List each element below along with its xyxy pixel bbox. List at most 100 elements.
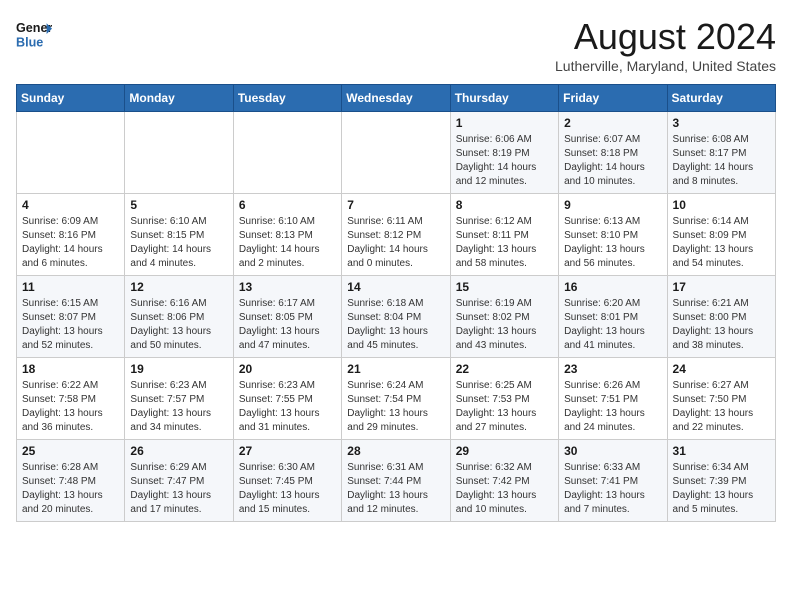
calendar-cell: 20 Sunrise: 6:23 AM Sunset: 7:55 PM Dayli… <box>233 358 341 440</box>
day-number: 19 <box>130 362 227 376</box>
day-number: 28 <box>347 444 444 458</box>
calendar-cell: 14 Sunrise: 6:18 AM Sunset: 8:04 PM Dayli… <box>342 276 450 358</box>
day-number: 2 <box>564 116 661 130</box>
day-number: 10 <box>673 198 770 212</box>
day-number: 16 <box>564 280 661 294</box>
calendar-cell: 22 Sunrise: 6:25 AM Sunset: 7:53 PM Dayli… <box>450 358 558 440</box>
day-number: 21 <box>347 362 444 376</box>
day-info: Sunrise: 6:12 AM Sunset: 8:11 PM Dayligh… <box>456 215 553 271</box>
calendar-cell: 4 Sunrise: 6:09 AM Sunset: 8:16 PM Daylig… <box>17 194 125 276</box>
calendar-cell: 17Sunrise: 6:21 AM Sunset: 8:00 PM Dayli… <box>667 276 775 358</box>
month-title: August 2024 <box>555 16 776 58</box>
weekday-header-monday: Monday <box>125 85 233 112</box>
calendar-cell: 28Sunrise: 6:31 AM Sunset: 7:44 PM Dayli… <box>342 440 450 522</box>
day-number: 25 <box>22 444 119 458</box>
day-number: 26 <box>130 444 227 458</box>
day-number: 29 <box>456 444 553 458</box>
day-info: Sunrise: 6:20 AM Sunset: 8:01 PM Dayligh… <box>564 297 661 353</box>
day-number: 27 <box>239 444 336 458</box>
calendar-cell: 3 Sunrise: 6:08 AM Sunset: 8:17 PM Daylig… <box>667 112 775 194</box>
calendar-cell: 29 Sunrise: 6:32 AM Sunset: 7:42 PM Dayli… <box>450 440 558 522</box>
calendar-cell: 30 Sunrise: 6:33 AM Sunset: 7:41 PM Dayli… <box>559 440 667 522</box>
weekday-header-friday: Friday <box>559 85 667 112</box>
day-number: 12 <box>130 280 227 294</box>
day-number: 4 <box>22 198 119 212</box>
calendar-header: SundayMondayTuesdayWednesdayThursdayFrid… <box>17 85 776 112</box>
day-number: 1 <box>456 116 553 130</box>
day-number: 23 <box>564 362 661 376</box>
day-info: Sunrise: 6:24 AM Sunset: 7:54 PM Dayligh… <box>347 379 444 435</box>
day-number: 20 <box>239 362 336 376</box>
day-number: 3 <box>673 116 770 130</box>
calendar-cell: 21 Sunrise: 6:24 AM Sunset: 7:54 PM Dayli… <box>342 358 450 440</box>
weekday-header-wednesday: Wednesday <box>342 85 450 112</box>
location: Lutherville, Maryland, United States <box>555 58 776 74</box>
day-number: 14 <box>347 280 444 294</box>
day-info: Sunrise: 6:10 AM Sunset: 8:15 PM Dayligh… <box>130 215 227 271</box>
weekday-header-row: SundayMondayTuesdayWednesdayThursdayFrid… <box>17 85 776 112</box>
calendar-body: 1 Sunrise: 6:06 AM Sunset: 8:19 PM Daylig… <box>17 112 776 522</box>
day-info: Sunrise: 6:21 AM Sunset: 8:00 PM Dayligh… <box>673 297 770 353</box>
calendar-cell: 6 Sunrise: 6:10 AM Sunset: 8:13 PM Daylig… <box>233 194 341 276</box>
day-number: 8 <box>456 198 553 212</box>
day-number: 13 <box>239 280 336 294</box>
week-row-3: 11Sunrise: 6:15 AM Sunset: 8:07 PM Dayli… <box>17 276 776 358</box>
calendar-cell: 11Sunrise: 6:15 AM Sunset: 8:07 PM Dayli… <box>17 276 125 358</box>
day-info: Sunrise: 6:34 AM Sunset: 7:39 PM Dayligh… <box>673 461 770 517</box>
day-info: Sunrise: 6:23 AM Sunset: 7:55 PM Dayligh… <box>239 379 336 435</box>
day-info: Sunrise: 6:33 AM Sunset: 7:41 PM Dayligh… <box>564 461 661 517</box>
calendar-cell: 1 Sunrise: 6:06 AM Sunset: 8:19 PM Daylig… <box>450 112 558 194</box>
calendar-cell: 16 Sunrise: 6:20 AM Sunset: 8:01 PM Dayli… <box>559 276 667 358</box>
calendar-cell: 18 Sunrise: 6:22 AM Sunset: 7:58 PM Dayli… <box>17 358 125 440</box>
calendar-cell: 8 Sunrise: 6:12 AM Sunset: 8:11 PM Daylig… <box>450 194 558 276</box>
day-info: Sunrise: 6:11 AM Sunset: 8:12 PM Dayligh… <box>347 215 444 271</box>
day-info: Sunrise: 6:26 AM Sunset: 7:51 PM Dayligh… <box>564 379 661 435</box>
week-row-2: 4 Sunrise: 6:09 AM Sunset: 8:16 PM Daylig… <box>17 194 776 276</box>
day-info: Sunrise: 6:14 AM Sunset: 8:09 PM Dayligh… <box>673 215 770 271</box>
day-info: Sunrise: 6:22 AM Sunset: 7:58 PM Dayligh… <box>22 379 119 435</box>
calendar-cell: 9Sunrise: 6:13 AM Sunset: 8:10 PM Daylig… <box>559 194 667 276</box>
day-info: Sunrise: 6:17 AM Sunset: 8:05 PM Dayligh… <box>239 297 336 353</box>
day-info: Sunrise: 6:25 AM Sunset: 7:53 PM Dayligh… <box>456 379 553 435</box>
day-number: 9 <box>564 198 661 212</box>
logo: General Blue <box>16 16 52 52</box>
week-row-5: 25 Sunrise: 6:28 AM Sunset: 7:48 PM Dayli… <box>17 440 776 522</box>
day-number: 18 <box>22 362 119 376</box>
title-block: August 2024 Lutherville, Maryland, Unite… <box>555 16 776 74</box>
calendar-cell: 19 Sunrise: 6:23 AM Sunset: 7:57 PM Dayli… <box>125 358 233 440</box>
day-number: 6 <box>239 198 336 212</box>
week-row-4: 18 Sunrise: 6:22 AM Sunset: 7:58 PM Dayli… <box>17 358 776 440</box>
day-info: Sunrise: 6:10 AM Sunset: 8:13 PM Dayligh… <box>239 215 336 271</box>
day-number: 15 <box>456 280 553 294</box>
day-number: 24 <box>673 362 770 376</box>
calendar-cell: 2 Sunrise: 6:07 AM Sunset: 8:18 PM Daylig… <box>559 112 667 194</box>
day-number: 30 <box>564 444 661 458</box>
calendar-cell: 25 Sunrise: 6:28 AM Sunset: 7:48 PM Dayli… <box>17 440 125 522</box>
day-info: Sunrise: 6:08 AM Sunset: 8:17 PM Dayligh… <box>673 133 770 189</box>
day-info: Sunrise: 6:32 AM Sunset: 7:42 PM Dayligh… <box>456 461 553 517</box>
calendar-cell: 7 Sunrise: 6:11 AM Sunset: 8:12 PM Daylig… <box>342 194 450 276</box>
day-info: Sunrise: 6:09 AM Sunset: 8:16 PM Dayligh… <box>22 215 119 271</box>
day-info: Sunrise: 6:18 AM Sunset: 8:04 PM Dayligh… <box>347 297 444 353</box>
svg-text:Blue: Blue <box>16 36 43 50</box>
calendar-cell: 27 Sunrise: 6:30 AM Sunset: 7:45 PM Dayli… <box>233 440 341 522</box>
day-info: Sunrise: 6:06 AM Sunset: 8:19 PM Dayligh… <box>456 133 553 189</box>
logo-icon: General Blue <box>16 16 52 52</box>
calendar-cell: 24 Sunrise: 6:27 AM Sunset: 7:50 PM Dayli… <box>667 358 775 440</box>
day-info: Sunrise: 6:23 AM Sunset: 7:57 PM Dayligh… <box>130 379 227 435</box>
day-number: 22 <box>456 362 553 376</box>
weekday-header-thursday: Thursday <box>450 85 558 112</box>
day-info: Sunrise: 6:30 AM Sunset: 7:45 PM Dayligh… <box>239 461 336 517</box>
day-number: 7 <box>347 198 444 212</box>
day-info: Sunrise: 6:27 AM Sunset: 7:50 PM Dayligh… <box>673 379 770 435</box>
calendar-table: SundayMondayTuesdayWednesdayThursdayFrid… <box>16 84 776 522</box>
calendar-cell <box>233 112 341 194</box>
calendar-cell: 31Sunrise: 6:34 AM Sunset: 7:39 PM Dayli… <box>667 440 775 522</box>
day-info: Sunrise: 6:07 AM Sunset: 8:18 PM Dayligh… <box>564 133 661 189</box>
calendar-cell: 13 Sunrise: 6:17 AM Sunset: 8:05 PM Dayli… <box>233 276 341 358</box>
day-info: Sunrise: 6:28 AM Sunset: 7:48 PM Dayligh… <box>22 461 119 517</box>
calendar-cell <box>17 112 125 194</box>
calendar-cell <box>342 112 450 194</box>
page-header: General Blue August 2024 Lutherville, Ma… <box>16 16 776 74</box>
weekday-header-saturday: Saturday <box>667 85 775 112</box>
